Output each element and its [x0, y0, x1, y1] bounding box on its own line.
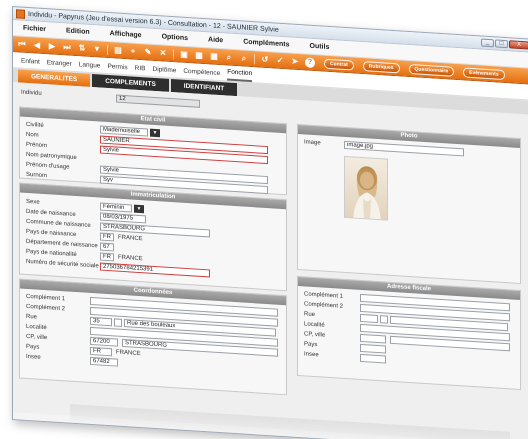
- delete-icon[interactable]: ✕: [158, 48, 168, 59]
- toolbar-separator: [254, 53, 255, 64]
- application-window: Individu - Papyrus (Jeu d'essai version …: [12, 6, 528, 439]
- sort-icon[interactable]: ⇅: [77, 43, 87, 54]
- print-icon[interactable]: ▣: [179, 49, 189, 60]
- insee-field[interactable]: 67482: [90, 356, 118, 367]
- tab-langue[interactable]: Langue: [79, 61, 101, 72]
- tab-diplome[interactable]: Diplôme: [153, 66, 177, 78]
- tab-fonction[interactable]: Fonction: [227, 68, 253, 83]
- pays-naissance-code-field[interactable]: FR: [100, 232, 114, 242]
- tab-rib[interactable]: RIB: [135, 65, 146, 76]
- individu-field[interactable]: 12: [116, 94, 200, 108]
- app-icon: [16, 8, 25, 19]
- rubriques-button[interactable]: Rubriques: [362, 60, 400, 73]
- maximize-button[interactable]: □: [495, 39, 508, 49]
- list-icon[interactable]: ▤: [113, 45, 123, 56]
- departement-naissance-field[interactable]: 67: [100, 242, 114, 252]
- coordonnees-panel: Coordonnées Complément 1 Complément 2 Ru…: [19, 278, 287, 396]
- screenshot-stage: Individu - Papyrus (Jeu d'essai version …: [0, 0, 528, 439]
- pays-name: FRANCE: [116, 349, 141, 358]
- menu-aide[interactable]: Aide: [198, 36, 233, 45]
- filter-icon[interactable]: ▼: [92, 44, 102, 55]
- cp-field[interactable]: 67200: [90, 336, 118, 347]
- portrait-image: [353, 166, 381, 221]
- rue-suffix-field[interactable]: [114, 318, 122, 327]
- chevron-down-icon[interactable]: ▼: [134, 204, 144, 214]
- portrait-photo: [344, 155, 388, 221]
- window-controls: _ □ X: [481, 38, 528, 50]
- menu-affichage[interactable]: Affichage: [100, 30, 152, 40]
- menu-outils[interactable]: Outils: [300, 42, 340, 52]
- undo-icon[interactable]: ↺: [260, 54, 270, 65]
- close-button[interactable]: X: [509, 40, 528, 50]
- advanced-search-icon[interactable]: ⌕: [239, 53, 249, 64]
- pays-nationalite-code-field[interactable]: FR: [100, 252, 114, 262]
- questionnaire-button[interactable]: Questionnaire: [408, 63, 455, 77]
- form-content: Individu 12 Etat civil Civilité Mademois…: [13, 82, 528, 439]
- contrat-button[interactable]: Contrat: [324, 58, 354, 71]
- last-record-icon[interactable]: ⏭: [62, 42, 72, 53]
- fiscal-rue-suffix-field[interactable]: [380, 315, 388, 324]
- fiscal-insee-label: Insee: [304, 351, 319, 359]
- chevron-down-icon[interactable]: ▼: [150, 128, 160, 138]
- export-icon[interactable]: ▦: [194, 50, 204, 61]
- fiscal-rue-number-field[interactable]: [360, 313, 378, 324]
- menu-options[interactable]: Options: [152, 33, 198, 43]
- surnom-label: Surnom: [26, 171, 48, 180]
- minimize-button[interactable]: _: [481, 38, 494, 48]
- help-icon[interactable]: ?: [305, 56, 315, 68]
- menu-edition[interactable]: Edition: [56, 27, 100, 37]
- validate-icon[interactable]: ✓: [275, 55, 285, 66]
- grid-icon[interactable]: ▦: [209, 51, 219, 62]
- immatriculation-panel: Immatriculation Sexe Féminin ▼ Date de n…: [19, 182, 287, 292]
- tab-etranger[interactable]: Etranger: [47, 59, 72, 71]
- tab-permis[interactable]: Permis: [107, 63, 127, 74]
- etat-civil-panel: Etat civil Civilité Mademoiselle ▼ Nom S…: [19, 106, 287, 196]
- insee-label: Insee: [26, 353, 41, 361]
- toolbar-separator: [173, 48, 174, 59]
- send-icon[interactable]: ➤: [290, 56, 300, 67]
- fiscal-pays-field[interactable]: [360, 343, 386, 354]
- first-record-icon[interactable]: ⏮: [17, 39, 27, 50]
- individu-row: Individu 12: [21, 89, 200, 108]
- toolbar-separator: [107, 44, 108, 55]
- search-icon[interactable]: ⌕: [224, 52, 234, 63]
- securite-sociale-label: Numéro de sécurité sociale: [26, 258, 99, 270]
- menu-complements[interactable]: Compléments: [233, 38, 299, 49]
- pays-nationalite-name: FRANCE: [118, 254, 143, 263]
- fiscal-cp-field[interactable]: [360, 333, 386, 344]
- pays-code-field[interactable]: FR: [90, 346, 112, 357]
- menu-fichier[interactable]: Fichier: [13, 24, 56, 34]
- evenements-button[interactable]: Evènements: [463, 66, 505, 80]
- pays-naissance-name: FRANCE: [118, 234, 143, 243]
- adresse-fiscale-panel: Adresse fiscale Complément 1 Complément …: [297, 275, 521, 391]
- image-label: Image: [304, 139, 321, 147]
- tab-enfant[interactable]: Enfant: [21, 58, 40, 69]
- edit-icon[interactable]: ✎: [143, 47, 153, 58]
- next-record-icon[interactable]: ▶: [47, 41, 57, 52]
- add-icon[interactable]: +: [128, 46, 138, 57]
- fiscal-insee-field[interactable]: [360, 353, 386, 364]
- previous-record-icon[interactable]: ◀: [32, 40, 42, 51]
- photo-panel: Photo Image image.jpg: [297, 123, 521, 285]
- rue-number-field[interactable]: 35: [90, 316, 112, 327]
- individu-label: Individu: [21, 89, 42, 97]
